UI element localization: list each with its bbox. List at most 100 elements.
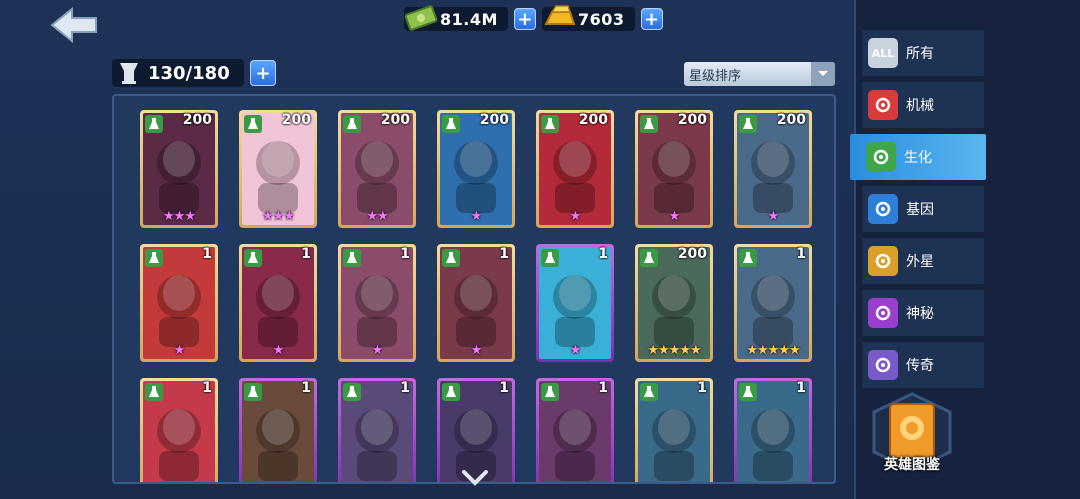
faction-tab-label: 神秘 (906, 306, 934, 322)
gold-counter: 7603 + (542, 5, 663, 32)
biochem-class-icon (442, 115, 460, 133)
hero-stars: ★ (173, 343, 186, 358)
hero-card[interactable]: 200 ★★★ (239, 110, 317, 228)
hero-card[interactable]: 1 (437, 378, 515, 482)
hero-card[interactable]: 200 ★ (437, 110, 515, 228)
faction-tab[interactable]: ALL 所有 (862, 30, 984, 76)
biochem-class-icon (541, 249, 559, 267)
hero-level: 1 (499, 246, 509, 262)
hero-stars: ★★★ (163, 209, 196, 224)
hero-card[interactable]: 1 ★ (338, 244, 416, 362)
hero-level: 1 (697, 380, 707, 396)
sort-dropdown[interactable]: 星级排序 (684, 62, 835, 86)
biochem-class-icon (145, 383, 163, 401)
faction-tab[interactable]: 外星 (862, 238, 984, 284)
hero-level: 200 (380, 112, 410, 128)
biochem-class-icon (442, 249, 460, 267)
biochem-class-icon (244, 383, 262, 401)
faction-tab-label: 所有 (906, 46, 934, 62)
faction-tab-label: 外星 (906, 254, 934, 270)
hero-card[interactable]: 1 ★ (437, 244, 515, 362)
faction-tab[interactable]: 基因 (862, 186, 984, 232)
biochem-class-icon (541, 383, 559, 401)
hero-card[interactable]: 200 ★★ (338, 110, 416, 228)
hero-level: 1 (301, 380, 311, 396)
hero-level: 200 (677, 112, 707, 128)
hero-stars: ★★★ (262, 209, 295, 224)
faction-tab[interactable]: 神秘 (862, 290, 984, 336)
mech-icon (868, 90, 898, 120)
hero-level: 1 (499, 380, 509, 396)
hero-stars: ★ (668, 209, 681, 224)
flask-capacity-icon (120, 63, 138, 84)
hero-grid: 200★★★ 200★★★ 200★★ 200★ 200★ 200★ (112, 94, 836, 484)
hero-card[interactable]: 1 ★★★★★ (734, 244, 812, 362)
hero-stars: ★ (767, 209, 780, 224)
hero-stars: ★ (470, 343, 483, 358)
biochem-class-icon (640, 383, 658, 401)
faction-tab[interactable]: 传奇 (862, 342, 984, 388)
hero-card[interactable]: 200 ★ (536, 110, 614, 228)
hero-level: 200 (776, 112, 806, 128)
back-arrow-icon[interactable] (50, 6, 98, 44)
hero-card[interactable]: 200 ★ (635, 110, 713, 228)
hero-level: 1 (202, 246, 212, 262)
hero-level: 200 (677, 246, 707, 262)
biochem-icon (866, 142, 896, 172)
hero-card[interactable]: 200 ★★★ (140, 110, 218, 228)
biochem-class-icon (343, 115, 361, 133)
hero-card[interactable]: 1 (536, 378, 614, 482)
faction-tab[interactable]: 机械 (862, 82, 984, 128)
codex-label: 英雄图鉴 (884, 457, 940, 473)
hero-stars: ★ (470, 209, 483, 224)
add-money-button[interactable]: + (513, 8, 536, 30)
hero-level: 1 (400, 246, 410, 262)
biochem-class-icon (640, 249, 658, 267)
money-counter: 81.4M + (404, 5, 536, 32)
hero-level: 200 (281, 112, 311, 128)
faction-tab[interactable]: 生化 (850, 134, 986, 180)
faction-tab-label: 生化 (904, 150, 932, 166)
hero-level: 1 (400, 380, 410, 396)
biochem-class-icon (640, 115, 658, 133)
biochem-class-icon (541, 115, 559, 133)
hero-level: 1 (796, 246, 806, 262)
hero-capacity: 130/180 + (112, 58, 276, 88)
hero-card[interactable]: 1 (635, 378, 713, 482)
cash-icon (404, 5, 438, 31)
expand-capacity-button[interactable]: + (250, 60, 276, 86)
hero-card[interactable]: 1 ★ (239, 244, 317, 362)
hero-level: 200 (578, 112, 608, 128)
mystery-icon (868, 298, 898, 328)
hero-card[interactable]: 1 (239, 378, 317, 482)
biochem-class-icon (739, 115, 757, 133)
gold-bar-icon (544, 5, 576, 25)
biochem-class-icon (739, 249, 757, 267)
hero-stars: ★ (569, 209, 582, 224)
hero-stars: ★★ (366, 209, 388, 224)
hero-level: 1 (598, 380, 608, 396)
biochem-class-icon (343, 383, 361, 401)
all-icon: ALL (868, 38, 898, 68)
scroll-down-icon[interactable] (462, 470, 488, 486)
hero-card[interactable]: 1 (734, 378, 812, 482)
add-gold-button[interactable]: + (640, 8, 663, 30)
biochem-class-icon (145, 249, 163, 267)
biochem-class-icon (244, 115, 262, 133)
hero-card[interactable]: 200 ★ (734, 110, 812, 228)
hero-level: 1 (796, 380, 806, 396)
hero-card[interactable]: 1 ★ (140, 244, 218, 362)
hero-card[interactable]: 1 (140, 378, 218, 482)
faction-tab-label: 传奇 (906, 358, 934, 374)
biochem-class-icon (442, 383, 460, 401)
hero-codex-button[interactable]: 英雄图鉴 (866, 392, 958, 482)
hero-stars: ★★★★★ (746, 343, 800, 358)
hero-card[interactable]: 1 (338, 378, 416, 482)
hero-card[interactable]: 200 ★★★★★ (635, 244, 713, 362)
chevron-down-icon (811, 62, 835, 86)
sort-selected-label: 星级排序 (689, 68, 742, 84)
hero-level: 1 (598, 246, 608, 262)
hero-level: 1 (202, 380, 212, 396)
hero-card[interactable]: 1 ★ (536, 244, 614, 362)
faction-tab-label: 基因 (906, 202, 934, 218)
